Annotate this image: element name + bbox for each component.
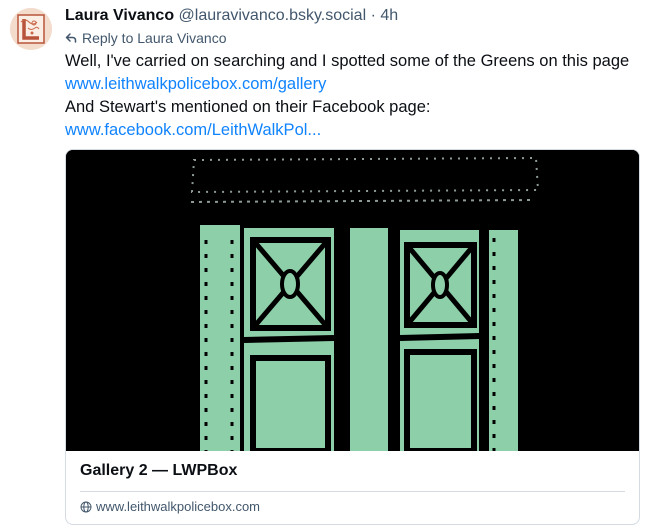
embed-domain: www.leithwalkpolicebox.com bbox=[66, 492, 639, 516]
facebook-link[interactable]: www.facebook.com/LeithWalkPol... bbox=[65, 121, 321, 139]
reply-arrow-icon bbox=[65, 32, 77, 44]
reply-to-label[interactable]: Reply to Laura Vivanco bbox=[82, 29, 227, 47]
avatar[interactable] bbox=[10, 8, 52, 50]
illuminated-letter-l-icon bbox=[10, 8, 52, 50]
embed-domain-text: www.leithwalkpolicebox.com bbox=[96, 499, 261, 514]
gallery-link[interactable]: www.leithwalkpolicebox.com/gallery bbox=[65, 75, 326, 93]
post-text: Well, I've carried on searching and I sp… bbox=[65, 50, 640, 142]
embed-thumbnail-image bbox=[66, 150, 639, 451]
post-text-line1: Well, I've carried on searching and I sp… bbox=[65, 52, 630, 70]
post-content: Laura Vivanco @lauravivanco.bsky.social … bbox=[65, 6, 640, 142]
separator-dot: · bbox=[370, 7, 376, 24]
author-handle[interactable]: @lauravivanco.bsky.social bbox=[179, 7, 367, 24]
author-name[interactable]: Laura Vivanco bbox=[65, 7, 174, 24]
post-text-line2: And Stewart's mentioned on their Faceboo… bbox=[65, 98, 431, 116]
embed-title[interactable]: Gallery 2 — LWPBox bbox=[66, 451, 639, 481]
globe-icon bbox=[80, 501, 92, 513]
reply-indicator[interactable]: Reply to Laura Vivanco bbox=[65, 29, 640, 47]
post-time[interactable]: 4h bbox=[380, 7, 398, 24]
link-embed-card[interactable]: Gallery 2 — LWPBox www.leithwalkpolicebo… bbox=[65, 149, 640, 525]
post-header: Laura Vivanco @lauravivanco.bsky.social … bbox=[65, 6, 640, 26]
